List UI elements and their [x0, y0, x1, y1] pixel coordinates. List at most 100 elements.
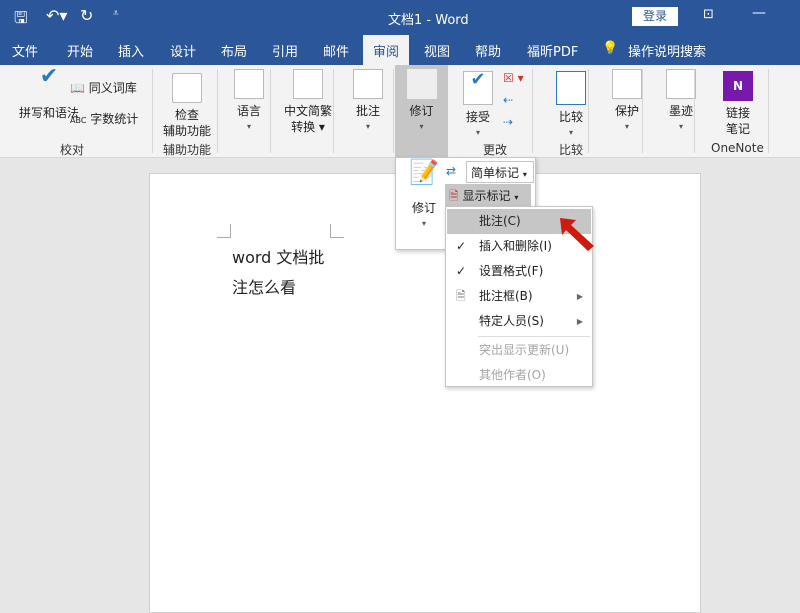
tab-mailings[interactable]: 邮件 — [323, 41, 349, 60]
track-changes-icon: 📝 — [409, 158, 439, 186]
ribbon-display-icon[interactable]: ⊡ — [703, 7, 714, 22]
label: 笔记 — [725, 122, 750, 136]
popup-track-changes-button[interactable]: 📝 修订 ▾ — [404, 158, 444, 232]
menu-item-highlight-updates: 突出显示更新(U) — [447, 338, 591, 363]
title-bar: 🖫 ↶▾ ↻ ⩡ 文档1 - Word 登录 ⊡ — — [0, 0, 800, 33]
compare-icon — [556, 71, 586, 105]
thesaurus-button[interactable]: 📖 同义词库 — [70, 79, 137, 96]
label: 修订 — [411, 201, 436, 215]
language-button[interactable]: 语言 ▾ — [228, 69, 270, 135]
markup-view-icon: ⇄ — [446, 164, 457, 178]
reject-icon[interactable]: ☒ ▾ — [503, 71, 524, 85]
label: 其他作者(O) — [479, 368, 546, 382]
word-count-icon: ABC — [70, 116, 87, 125]
menu-item-other-authors: 其他作者(O) — [447, 363, 591, 388]
label: 中文简繁 — [283, 104, 332, 118]
label: 辅助功能 — [162, 124, 211, 138]
accept-button[interactable]: ✔ 接受 ▾ — [458, 71, 498, 141]
divider — [333, 69, 334, 153]
check-icon: ✓ — [456, 239, 467, 253]
check-accessibility-button[interactable]: 检查 辅助功能 — [158, 73, 216, 139]
ink-button[interactable]: 墨迹 ▾ — [660, 69, 702, 135]
label: 简单标记 — [471, 166, 520, 180]
ribbon-tabs: 文件 开始 插入 设计 布局 引用 邮件 审阅 视图 帮助 福昕PDF 💡 操作… — [0, 33, 800, 65]
linked-notes-button[interactable]: N 链接 笔记 — [716, 71, 760, 137]
menu-item-formatting[interactable]: ✓ 设置格式(F) — [447, 259, 591, 284]
divider — [588, 69, 589, 153]
lightbulb-icon: 💡 — [602, 41, 619, 56]
group-changes: 更改 — [483, 143, 508, 157]
tab-review[interactable]: 审阅 — [363, 35, 410, 65]
markup-view-select[interactable]: 简单标记 ▾ — [466, 161, 534, 183]
accept-icon: ✔ — [463, 71, 493, 105]
tab-foxit-pdf[interactable]: 福昕PDF — [527, 41, 578, 60]
caret-icon: ▾ — [246, 122, 251, 131]
label: 墨迹 — [668, 104, 693, 118]
check-icon: ✓ — [456, 264, 467, 278]
tell-me-search[interactable]: 操作说明搜索 — [628, 41, 706, 60]
previous-change-icon[interactable]: ⇠ — [503, 93, 513, 107]
divider — [393, 69, 394, 153]
label: 批注 — [355, 104, 380, 118]
red-arrow-pointer-icon — [560, 218, 594, 251]
chinese-conversion-button[interactable]: 中文简繁 转换 ▾ — [278, 69, 338, 135]
caret-icon: ▾ — [419, 122, 424, 131]
chinese-conversion-icon — [293, 69, 323, 99]
word-count-label: 字数统计 — [90, 112, 139, 126]
compare-button[interactable]: 比较 ▾ — [550, 71, 592, 141]
divider — [217, 69, 218, 153]
thesaurus-icon: 📖 — [70, 81, 85, 95]
undo-icon[interactable]: ↶▾ — [46, 6, 67, 25]
track-changes-button[interactable]: 修订 ▾ — [395, 65, 448, 157]
divider — [768, 69, 769, 153]
caret-icon: ▾ — [678, 122, 683, 131]
label: 插入和删除(I) — [479, 239, 552, 253]
tab-home[interactable]: 开始 — [67, 41, 93, 60]
accessibility-icon — [172, 73, 202, 103]
thesaurus-label: 同义词库 — [88, 81, 137, 95]
show-markup-button[interactable]: 🗎 显示标记 ▾ — [445, 184, 531, 206]
label: 修订 — [409, 104, 434, 118]
menu-divider — [478, 336, 590, 337]
menu-item-specific-people[interactable]: 特定人员(S) ▶ — [447, 309, 591, 334]
label: 保护 — [614, 104, 639, 118]
tab-design[interactable]: 设计 — [170, 41, 196, 60]
caret-icon: ▾ — [365, 122, 370, 131]
group-onenote: OneNote — [711, 141, 764, 155]
doc-text-line2: 注怎么看 — [232, 278, 297, 297]
tab-help[interactable]: 帮助 — [475, 41, 501, 60]
redo-icon[interactable]: ↻ — [80, 6, 93, 25]
minimize-icon[interactable]: — — [752, 5, 766, 21]
tab-insert[interactable]: 插入 — [118, 41, 144, 60]
divider — [270, 69, 271, 153]
doc-text-line1: word 文档批 — [232, 248, 325, 267]
label: 转换 — [291, 120, 316, 134]
label: 设置格式(F) — [479, 264, 544, 278]
tab-view[interactable]: 视图 — [424, 41, 450, 60]
customize-qat-icon[interactable]: ⩡ — [113, 8, 119, 19]
next-change-icon[interactable]: ⇢ — [503, 115, 513, 129]
new-comment-icon — [353, 69, 383, 99]
margin-mark — [217, 224, 231, 238]
label: 接受 — [465, 110, 490, 124]
tab-file[interactable]: 文件 — [12, 41, 38, 60]
divider — [694, 69, 695, 153]
balloons-icon: 🗎 — [456, 289, 466, 303]
label: 语言 — [236, 104, 261, 118]
divider — [152, 69, 153, 153]
group-proofing: 校对 — [60, 143, 85, 157]
word-count-button[interactable]: ABC 字数统计 — [70, 110, 138, 127]
group-accessibility: 辅助功能 — [163, 143, 212, 157]
tab-layout[interactable]: 布局 — [221, 41, 247, 60]
divider — [532, 69, 533, 153]
login-button[interactable]: 登录 — [632, 7, 678, 26]
caret-icon: ▾ — [568, 128, 573, 137]
comment-button[interactable]: 批注 ▾ — [348, 69, 388, 135]
caret-icon: ▾ — [475, 128, 480, 137]
tab-references[interactable]: 引用 — [272, 41, 298, 60]
save-icon[interactable]: 🖫 — [14, 7, 28, 34]
menu-item-balloons[interactable]: 🗎 批注框(B) ▶ — [447, 284, 591, 309]
caret-icon: ▾ — [421, 219, 426, 228]
ribbon: ✔ 拼写和语法 📖 同义词库 ABC 字数统计 校对 检查 辅助功能 辅助功能 语… — [0, 65, 800, 158]
ink-pen-icon — [666, 69, 696, 99]
